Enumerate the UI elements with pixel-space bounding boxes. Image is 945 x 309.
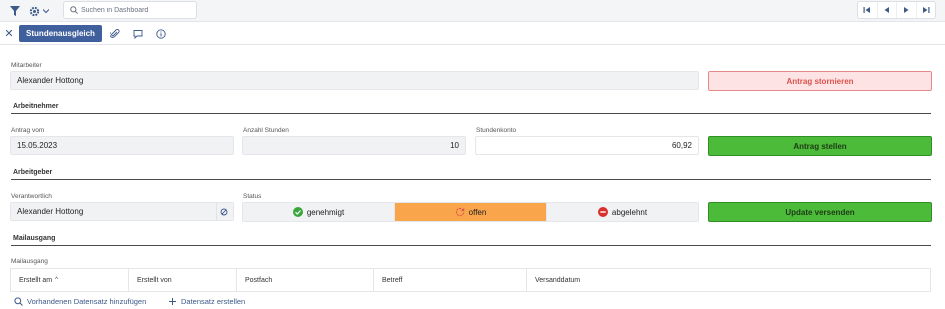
anzahl-stunden-value: 10: [450, 141, 459, 150]
settings-menu-button[interactable]: [28, 3, 50, 19]
search-box[interactable]: [63, 1, 197, 19]
verantwortlich-value: Alexander Hottong: [17, 207, 84, 216]
antrag-vom-field[interactable]: 15.05.2023: [10, 136, 234, 155]
verantwortlich-field[interactable]: Alexander Hottong: [10, 202, 234, 221]
next-record-button[interactable]: [897, 2, 917, 18]
section-arbeitnehmer-title: Arbeitnehmer: [13, 103, 59, 110]
mitarbeiter-value: Alexander Hottong: [17, 76, 84, 85]
stundenkonto-field[interactable]: 60,92: [475, 136, 699, 155]
unlink-icon: [220, 208, 227, 215]
close-icon[interactable]: ✕: [3, 27, 15, 40]
paperclip-icon[interactable]: [109, 28, 121, 40]
check-circle-icon: [292, 207, 303, 217]
status-option-label: abgelehnt: [611, 207, 648, 217]
next-icon: [904, 7, 909, 13]
stundenkonto-label: Stundenkonto: [476, 127, 517, 134]
verantwortlich-label: Verantwortlich: [11, 193, 52, 200]
add-existing-record-link[interactable]: Vorhandenen Datensatz hinzufügen: [14, 297, 146, 306]
search-icon: [70, 6, 78, 14]
first-record-button[interactable]: [858, 2, 878, 18]
mail-table-header: Erstellt am ^ Erstellt von Postfach Betr…: [10, 268, 931, 292]
comment-icon[interactable]: [132, 28, 144, 40]
antrag-vom-label: Antrag vom: [11, 127, 45, 134]
search-icon: [14, 297, 23, 306]
section-mailausgang-title: Mailausgang: [13, 235, 56, 242]
mailausgang-label: Mailausgang: [11, 258, 48, 265]
minus-circle-icon: [597, 207, 608, 217]
sort-asc-icon: ^: [55, 277, 58, 283]
last-icon: [922, 7, 930, 13]
column-header-label: Erstellt am: [19, 276, 53, 284]
status-option-offen[interactable]: offen: [395, 203, 547, 221]
unlink-button[interactable]: [216, 203, 230, 220]
status-option-abgelehnt[interactable]: abgelehnt: [547, 203, 698, 221]
add-existing-record-label: Vorhandenen Datensatz hinzufügen: [27, 297, 147, 306]
column-header-erstellt-von[interactable]: Erstellt von: [129, 269, 237, 291]
section-divider: [11, 245, 931, 246]
column-header-postfach[interactable]: Postfach: [237, 269, 374, 291]
column-header-label: Betreff: [382, 276, 403, 284]
status-label: Status: [243, 193, 262, 200]
top-toolbar: [0, 0, 945, 22]
stundenkonto-value: 60,92: [671, 141, 692, 150]
status-selector: genehmigt offen abgelehnt: [242, 202, 699, 222]
create-record-link[interactable]: Datensatz erstellen: [168, 297, 245, 306]
filter-icon[interactable]: [9, 3, 21, 19]
record-navigation: [857, 1, 936, 19]
previous-icon: [884, 7, 889, 13]
column-header-label: Versanddatum: [535, 276, 581, 284]
status-option-genehmigt[interactable]: genehmigt: [243, 203, 395, 221]
create-record-label: Datensatz erstellen: [181, 297, 246, 306]
submit-request-button[interactable]: Antrag stellen: [708, 136, 932, 156]
gear-icon: [29, 6, 40, 16]
plus-icon: [169, 298, 176, 305]
anzahl-stunden-field[interactable]: 10: [242, 136, 466, 155]
status-option-label: offen: [468, 207, 487, 217]
tab-bar: ✕ Stundenausgleich: [0, 22, 945, 45]
info-icon[interactable]: [155, 28, 167, 40]
anzahl-stunden-label: Anzahl Stunden: [243, 127, 289, 134]
last-record-button[interactable]: [917, 2, 936, 18]
first-icon: [863, 7, 871, 13]
send-update-button[interactable]: Update versenden: [708, 202, 932, 222]
tab-stundenausgleich[interactable]: Stundenausgleich: [19, 25, 102, 42]
status-option-label: genehmigt: [306, 207, 345, 217]
cancel-request-button[interactable]: Antrag stornieren: [708, 71, 932, 91]
column-header-label: Erstellt von: [137, 276, 172, 284]
chevron-down-icon: [43, 9, 49, 14]
mitarbeiter-field[interactable]: Alexander Hottong: [10, 71, 699, 90]
column-header-versanddatum[interactable]: Versanddatum: [527, 269, 930, 291]
previous-record-button[interactable]: [878, 2, 897, 18]
column-header-betreff[interactable]: Betreff: [374, 269, 527, 291]
search-input[interactable]: [81, 6, 196, 14]
section-arbeitgeber-title: Arbeitgeber: [13, 169, 53, 176]
mitarbeiter-label: Mitarbeiter: [11, 62, 42, 69]
refresh-icon: [455, 207, 464, 217]
section-divider: [11, 179, 931, 180]
antrag-vom-value: 15.05.2023: [17, 141, 58, 150]
section-divider: [11, 113, 931, 114]
column-header-label: Postfach: [245, 276, 273, 284]
column-header-erstellt-am[interactable]: Erstellt am ^: [11, 269, 129, 291]
